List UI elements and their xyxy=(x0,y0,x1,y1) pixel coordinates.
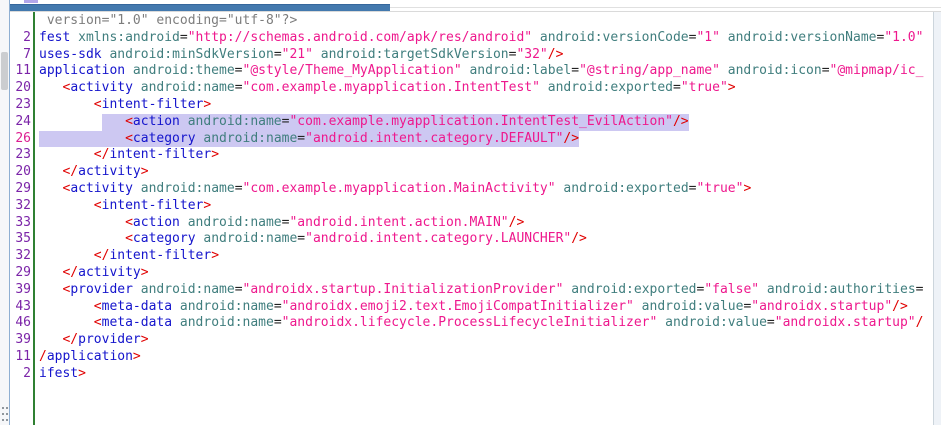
line-number: 23 xyxy=(10,147,31,164)
code-text: <activity android:name="com.example.myap… xyxy=(39,181,751,198)
code-row[interactable]: 32 <intent-filter> xyxy=(10,198,933,215)
line-number: 11 xyxy=(10,63,31,80)
code-row[interactable]: 32 </intent-filter> xyxy=(10,248,933,265)
code-row[interactable]: 11 application android:theme="@style/Them… xyxy=(10,63,933,80)
code-text: <intent-filter> xyxy=(39,198,211,215)
code-row[interactable]: 33 <action android:name="android.intent.… xyxy=(10,215,933,232)
resize-grip-icon[interactable] xyxy=(2,407,4,409)
line-number: 20 xyxy=(10,164,31,181)
code-row[interactable]: 2 fest xmlns:android="http://schemas.andr… xyxy=(10,30,933,47)
code-row[interactable]: 11/application> xyxy=(10,349,933,366)
line-number: 29 xyxy=(10,181,31,198)
line-number: 2 xyxy=(10,366,31,383)
code-text: <category android:name="android.intent.c… xyxy=(39,131,579,148)
code-text: <provider android:name="androidx.startup… xyxy=(39,282,923,299)
code-text: <action android:name="com.example.myappl… xyxy=(39,114,689,131)
code-row[interactable]: version="1.0" encoding="utf-8"?> xyxy=(10,13,933,30)
line-number: 23 xyxy=(10,97,31,114)
code-row[interactable]: 43 <meta-data android:name="androidx.emo… xyxy=(10,299,933,316)
code-text: </provider> xyxy=(39,332,149,349)
code-row[interactable]: 39 </provider> xyxy=(10,332,933,349)
code-row[interactable]: 39 <provider android:name="androidx.star… xyxy=(10,282,933,299)
line-number: 2 xyxy=(10,30,31,47)
code-text: <category android:name="android.intent.c… xyxy=(39,231,587,248)
code-text: </activity> xyxy=(39,164,149,181)
code-text: <meta-data android:name="androidx.emoji2… xyxy=(39,299,908,316)
line-number: 20 xyxy=(10,80,31,97)
code-text: application android:theme="@style/Theme_… xyxy=(39,63,923,80)
code-row[interactable]: 23 </intent-filter> xyxy=(10,147,933,164)
code-row[interactable]: 2 ifest> xyxy=(10,366,933,383)
code-text: </intent-filter> xyxy=(39,248,219,265)
code-row[interactable]: 35 <category android:name="android.inten… xyxy=(10,231,933,248)
code-row[interactable]: 20 </activity> xyxy=(10,164,933,181)
code-text: <intent-filter> xyxy=(39,97,211,114)
line-number: 7 xyxy=(10,47,31,64)
line-number: 39 xyxy=(10,332,31,349)
code-row[interactable]: 20 <activity android:name="com.example.m… xyxy=(10,80,933,97)
line-number: 33 xyxy=(10,215,31,232)
vertical-scrollbar-track[interactable] xyxy=(933,12,941,425)
line-number: 43 xyxy=(10,299,31,316)
left-panel-scrollbar[interactable] xyxy=(0,0,10,425)
line-number: 32 xyxy=(10,198,31,215)
code-text: version="1.0" encoding="utf-8"?> xyxy=(39,13,297,30)
line-number: 39 xyxy=(10,282,31,299)
code-text: fest xmlns:android="http://schemas.andro… xyxy=(39,30,923,47)
tab-indicator xyxy=(24,0,38,3)
code-row[interactable]: 26 <category android:name="android.inten… xyxy=(10,131,933,148)
line-number: 11 xyxy=(10,349,31,366)
code-text: <meta-data android:name="androidx.lifecy… xyxy=(39,315,923,332)
line-number: 32 xyxy=(10,248,31,265)
left-scrollbar-thumb[interactable] xyxy=(1,52,8,90)
code-row[interactable]: 46 <meta-data android:name="androidx.lif… xyxy=(10,315,933,332)
code-editor[interactable]: version="1.0" encoding="utf-8"?> 2 fest xm… xyxy=(10,12,933,425)
code-text: ifest> xyxy=(39,366,86,383)
code-text: <activity android:name="com.example.myap… xyxy=(39,80,736,97)
code-row[interactable]: 29 <activity android:name="com.example.m… xyxy=(10,181,933,198)
line-number: 29 xyxy=(10,265,31,282)
xml-viewer-window: { "editor": { "language": "xml", "curren… xyxy=(0,0,941,425)
code-text: </activity> xyxy=(39,265,149,282)
code-row[interactable]: 7 uses-sdk android:minSdkVersion="21" and… xyxy=(10,47,933,64)
code-rows: version="1.0" encoding="utf-8"?> 2 fest xm… xyxy=(10,13,933,383)
line-number: 24 xyxy=(10,114,31,131)
code-row[interactable]: 23 <intent-filter> xyxy=(10,97,933,114)
code-text: </intent-filter> xyxy=(39,147,219,164)
current-line-number: 26 xyxy=(10,131,31,148)
code-row[interactable]: 29 </activity> xyxy=(10,265,933,282)
code-text: /application> xyxy=(39,349,141,366)
horizontal-scrollbar-thumb[interactable] xyxy=(10,4,390,11)
code-row[interactable]: 24 <action android:name="com.example.mya… xyxy=(10,114,933,131)
line-number: 35 xyxy=(10,231,31,248)
code-text: <action android:name="android.intent.act… xyxy=(39,215,524,232)
code-text: uses-sdk android:minSdkVersion="21" andr… xyxy=(39,47,563,64)
line-number: 46 xyxy=(10,315,31,332)
